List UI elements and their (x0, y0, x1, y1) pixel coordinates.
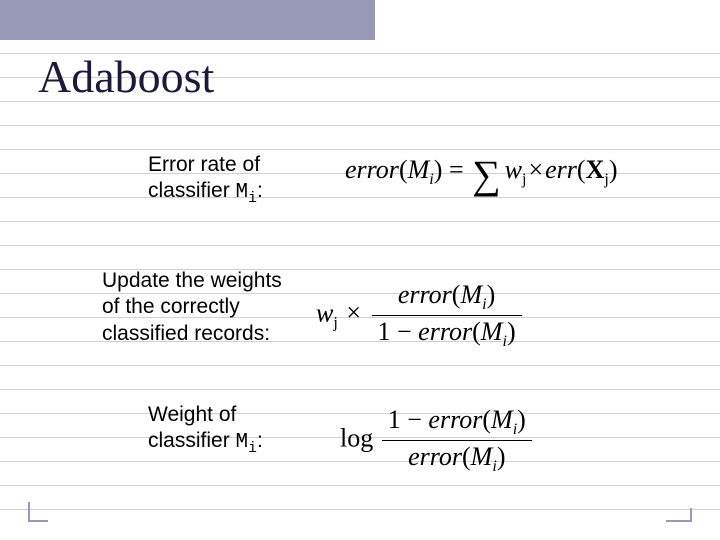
row3-line2a: classifier (148, 429, 236, 452)
row2-label: Update the weights of the correctly clas… (102, 268, 312, 347)
formula-error-rate: error(Mi) = ∑wj×err(Xj) (345, 155, 618, 191)
formula-classifier-weight: log 1 − error(Mi)error(Mi) (340, 405, 534, 476)
row1-symbol: Mi (236, 181, 257, 204)
row1-suffix: : (257, 179, 263, 202)
row1-line1: Error rate of (148, 153, 260, 176)
row2-line2: of the correctly (102, 295, 240, 318)
formula-weight-update: wj × error(Mi)1 − error(Mi) (316, 280, 524, 351)
row2-line3: classified records: (102, 322, 270, 345)
row3-symbol: Mi (236, 431, 257, 454)
corner-decoration-left (28, 502, 48, 522)
row1-line2a: classifier (148, 179, 236, 202)
row3-line1: Weight of (148, 403, 236, 426)
row1-label: Error rate of classifier Mi: (148, 152, 328, 209)
corner-decoration-right (666, 508, 692, 522)
row2-line1: Update the weights (102, 269, 282, 292)
row3-suffix: : (257, 429, 263, 452)
row3-label: Weight of classifier Mi: (148, 402, 328, 459)
slide-title: Adaboost (38, 50, 214, 103)
slide: Adaboost Error rate of classifier Mi: Up… (0, 0, 720, 540)
